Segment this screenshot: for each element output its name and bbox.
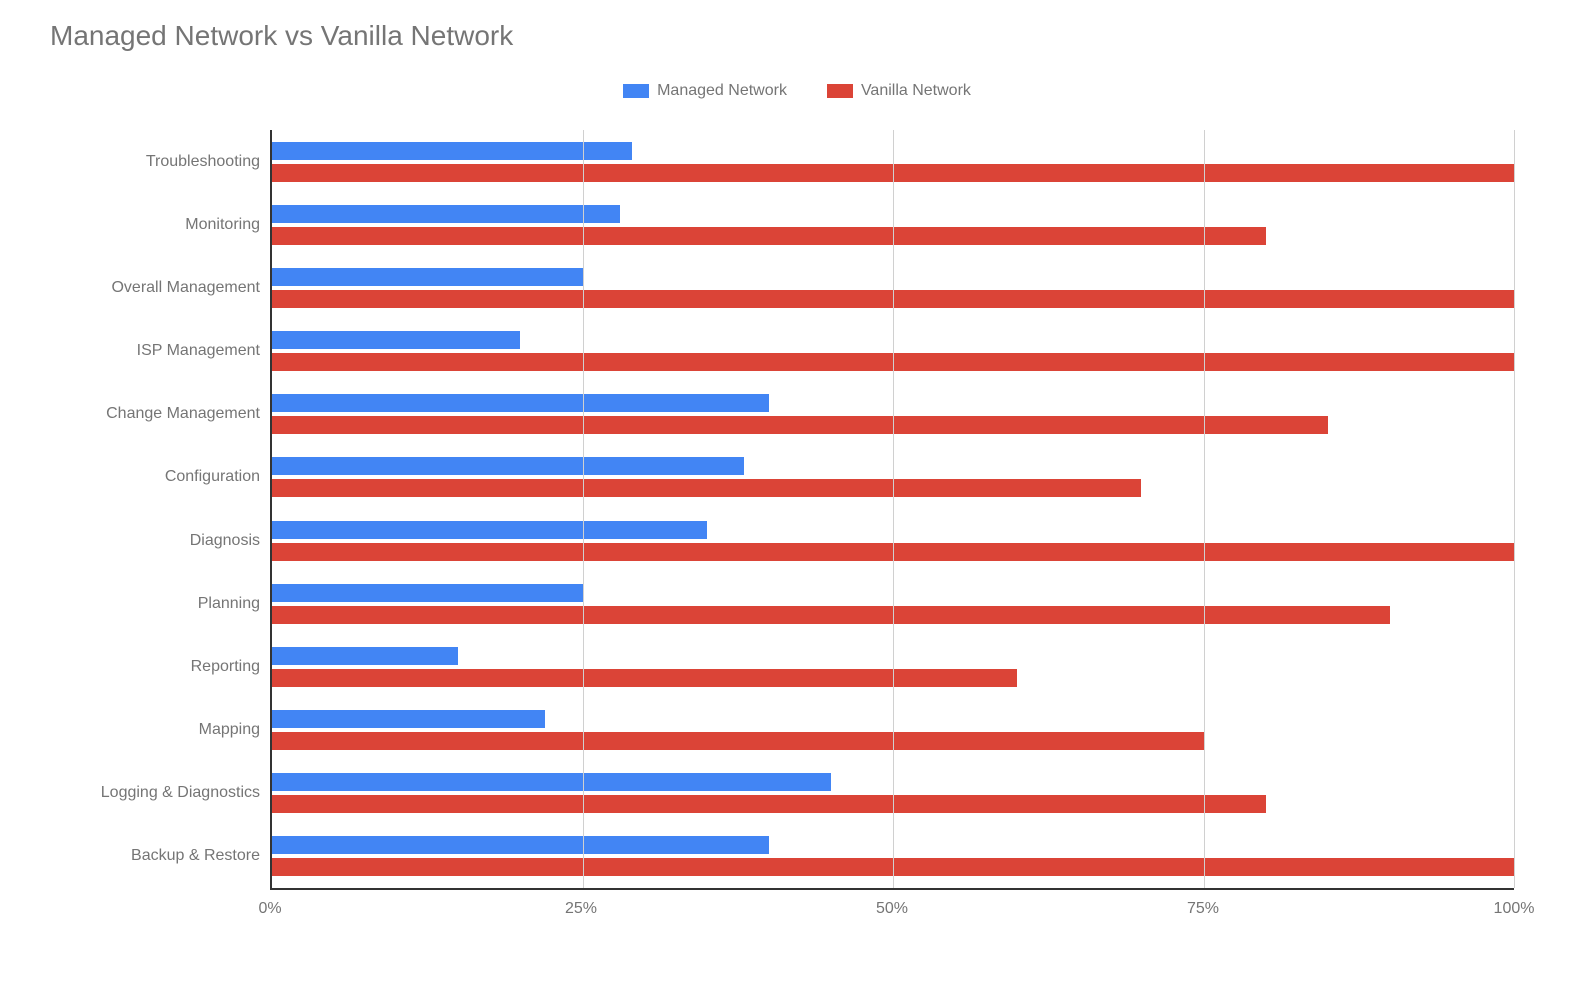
category-label: ISP Management xyxy=(137,342,272,360)
bar xyxy=(272,606,1390,624)
bar xyxy=(272,394,769,412)
legend-swatch-managed xyxy=(623,84,649,98)
legend-swatch-vanilla xyxy=(827,84,853,98)
x-tick-label: 100% xyxy=(1494,900,1535,918)
category-label: Reporting xyxy=(191,658,272,676)
plot-area: TroubleshootingMonitoringOverall Managem… xyxy=(270,130,1514,890)
bar xyxy=(272,669,1017,687)
gridline xyxy=(893,130,894,888)
chart-container: Troubleshooting Monitoring Overall Managem… xyxy=(60,130,1514,930)
bar xyxy=(272,416,1328,434)
bar xyxy=(272,227,1266,245)
gridline xyxy=(1514,130,1515,888)
x-tick-label: 75% xyxy=(1187,900,1219,918)
bar xyxy=(272,479,1141,497)
category-label: Diagnosis xyxy=(190,532,272,550)
gridline xyxy=(1204,130,1205,888)
bar xyxy=(272,457,744,475)
category-label: Logging & Diagnostics xyxy=(101,784,272,802)
bar xyxy=(272,836,769,854)
legend-item-managed: Managed Network xyxy=(623,82,787,100)
bar xyxy=(272,647,458,665)
category-label: Mapping xyxy=(199,721,272,739)
x-tick-label: 50% xyxy=(876,900,908,918)
chart-title: Managed Network vs Vanilla Network xyxy=(50,20,1554,52)
bar xyxy=(272,795,1266,813)
bar xyxy=(272,142,632,160)
category-label: Backup & Restore xyxy=(131,847,272,865)
bar xyxy=(272,710,545,728)
bar xyxy=(272,205,620,223)
legend-label-vanilla: Vanilla Network xyxy=(861,82,971,100)
gridline xyxy=(583,130,584,888)
legend: Managed Network Vanilla Network xyxy=(40,82,1554,100)
category-label: Configuration xyxy=(165,468,272,486)
x-tick-label: 25% xyxy=(565,900,597,918)
category-label: Monitoring xyxy=(185,216,272,234)
bar xyxy=(272,584,583,602)
bar xyxy=(272,521,707,539)
bar xyxy=(272,268,583,286)
category-label: Overall Management xyxy=(111,279,272,297)
legend-item-vanilla: Vanilla Network xyxy=(827,82,971,100)
category-label: Change Management xyxy=(106,405,272,423)
bar xyxy=(272,331,520,349)
bar xyxy=(272,773,831,791)
legend-label-managed: Managed Network xyxy=(657,82,787,100)
x-axis: 0%25%50%75%100% xyxy=(270,890,1514,930)
category-label: Troubleshooting xyxy=(146,153,272,171)
category-label: Planning xyxy=(198,595,272,613)
bar xyxy=(272,732,1204,750)
x-tick-label: 0% xyxy=(258,900,281,918)
